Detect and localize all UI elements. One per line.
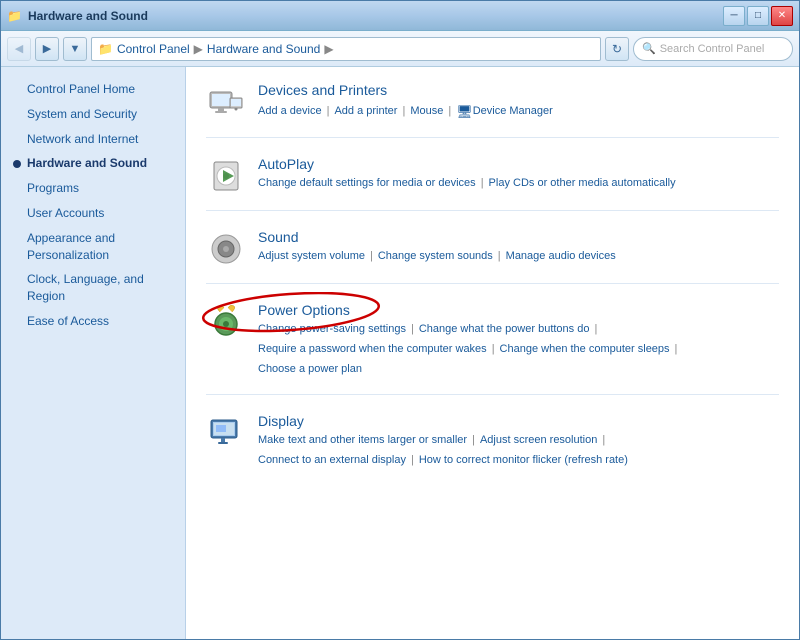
search-box[interactable]: 🔍 Search Control Panel — [633, 37, 793, 61]
content-panel: Devices and Printers Add a device | Add … — [186, 67, 799, 639]
sidebar-item-programs[interactable]: Programs — [1, 176, 185, 201]
link-change-default-settings[interactable]: Change default settings for media or dev… — [258, 174, 476, 194]
autoplay-body: AutoPlay Change default settings for med… — [258, 156, 676, 194]
breadcrumb-hardware[interactable]: Hardware and Sound — [207, 42, 320, 56]
link-power-buttons[interactable]: Change what the power buttons do — [419, 320, 590, 340]
search-icon: 🔍 — [642, 42, 656, 55]
devices-title[interactable]: Devices and Printers — [258, 82, 387, 98]
sidebar-label-appearance: Appearance andPersonalization — [27, 230, 115, 264]
link-play-cds[interactable]: Play CDs or other media automatically — [489, 174, 676, 194]
sidebar-item-user-accounts[interactable]: User Accounts — [1, 201, 185, 226]
autoplay-icon — [206, 156, 246, 196]
sidebar: Control Panel Home System and Security N… — [1, 67, 186, 639]
display-svg — [208, 415, 244, 451]
autoplay-links: Change default settings for media or dev… — [258, 174, 676, 194]
address-bar: ◀ ▶ ▼ 📁 Control Panel ▶ Hardware and Sou… — [1, 31, 799, 67]
title-buttons: ─ □ ✕ — [723, 6, 793, 26]
main-area: Control Panel Home System and Security N… — [1, 67, 799, 639]
sidebar-item-hardware-sound[interactable]: Hardware and Sound — [1, 151, 185, 176]
sidebar-item-appearance[interactable]: Appearance andPersonalization — [1, 226, 185, 268]
close-button[interactable]: ✕ — [771, 6, 793, 26]
device-manager-icon-inline: 🖥 — [456, 100, 473, 123]
power-links-row2: Require a password when the computer wak… — [258, 340, 682, 360]
power-svg — [208, 304, 244, 340]
section-sound: Sound Adjust system volume | Change syst… — [206, 229, 779, 284]
title-bar-left: 📁 Hardware and Sound — [7, 9, 148, 23]
breadcrumb-sep-1: ▶ — [194, 42, 203, 56]
window-title: Hardware and Sound — [28, 9, 148, 23]
main-window: 📁 Hardware and Sound ─ □ ✕ ◀ ▶ ▼ 📁 Contr… — [0, 0, 800, 640]
link-text-larger[interactable]: Make text and other items larger or smal… — [258, 431, 467, 451]
sidebar-item-network-internet[interactable]: Network and Internet — [1, 127, 185, 152]
link-external-display[interactable]: Connect to an external display — [258, 451, 406, 471]
refresh-button[interactable]: ↻ — [605, 37, 629, 61]
devices-icon — [206, 82, 246, 122]
link-device-manager[interactable]: Device Manager — [473, 102, 553, 122]
sidebar-label-ease-of-access: Ease of Access — [27, 313, 109, 330]
link-adjust-volume[interactable]: Adjust system volume — [258, 247, 365, 267]
section-power: Power Options Change power-saving settin… — [206, 302, 779, 394]
address-path[interactable]: 📁 Control Panel ▶ Hardware and Sound ▶ — [91, 37, 601, 61]
power-icon — [206, 302, 246, 342]
link-add-printer[interactable]: Add a printer — [334, 102, 397, 122]
folder-icon: 📁 — [98, 42, 113, 56]
power-body: Power Options Change power-saving settin… — [258, 302, 682, 379]
sound-icon — [206, 229, 246, 269]
display-icon — [206, 413, 246, 453]
display-body: Display Make text and other items larger… — [258, 413, 628, 471]
link-screen-resolution[interactable]: Adjust screen resolution — [480, 431, 597, 451]
search-placeholder: Search Control Panel — [660, 43, 765, 55]
sidebar-label-system-security: System and Security — [27, 106, 137, 123]
active-bullet — [13, 160, 21, 168]
breadcrumb-control-panel[interactable]: Control Panel — [117, 42, 190, 56]
breadcrumb-sep-2: ▶ — [324, 42, 333, 56]
sidebar-item-system-security[interactable]: System and Security — [1, 102, 185, 127]
link-add-device[interactable]: Add a device — [258, 102, 322, 122]
sidebar-label-user-accounts: User Accounts — [27, 205, 104, 222]
power-links-row3: Choose a power plan — [258, 360, 682, 380]
window-icon: 📁 — [7, 9, 22, 23]
link-manage-audio[interactable]: Manage audio devices — [506, 247, 616, 267]
sidebar-label-network-internet: Network and Internet — [27, 131, 138, 148]
sidebar-item-clock-language[interactable]: Clock, Language, and Region — [1, 267, 185, 309]
link-change-system-sounds[interactable]: Change system sounds — [378, 247, 493, 267]
link-computer-sleeps[interactable]: Change when the computer sleeps — [500, 340, 670, 360]
section-autoplay: AutoPlay Change default settings for med… — [206, 156, 779, 211]
display-links-row2: Connect to an external display | How to … — [258, 451, 628, 471]
sound-svg — [208, 231, 244, 267]
back-button[interactable]: ◀ — [7, 37, 31, 61]
link-monitor-flicker[interactable]: How to correct monitor flicker (refresh … — [419, 451, 628, 471]
link-choose-power-plan[interactable]: Choose a power plan — [258, 360, 362, 380]
link-mouse[interactable]: Mouse — [410, 102, 443, 122]
display-title[interactable]: Display — [258, 413, 304, 429]
sidebar-item-ease-of-access[interactable]: Ease of Access — [1, 309, 185, 334]
sidebar-item-control-panel-home[interactable]: Control Panel Home — [1, 77, 185, 102]
devices-links: Add a device | Add a printer | Mouse | 🖥… — [258, 100, 553, 123]
sidebar-label-hardware-sound: Hardware and Sound — [27, 155, 147, 172]
sidebar-label-programs: Programs — [27, 180, 79, 197]
display-links-row1: Make text and other items larger or smal… — [258, 431, 628, 451]
sound-links: Adjust system volume | Change system sou… — [258, 247, 616, 267]
devices-svg — [208, 84, 244, 120]
autoplay-title[interactable]: AutoPlay — [258, 156, 314, 172]
power-title[interactable]: Power Options — [258, 302, 350, 318]
sidebar-label-clock-language: Clock, Language, and Region — [27, 271, 173, 305]
sidebar-label-control-panel-home: Control Panel Home — [27, 81, 135, 98]
link-require-password[interactable]: Require a password when the computer wak… — [258, 340, 487, 360]
forward-button[interactable]: ▶ — [35, 37, 59, 61]
power-links-row1: Change power-saving settings | Change wh… — [258, 320, 682, 340]
section-devices-printers: Devices and Printers Add a device | Add … — [206, 82, 779, 138]
link-change-power-saving[interactable]: Change power-saving settings — [258, 320, 406, 340]
minimize-button[interactable]: ─ — [723, 6, 745, 26]
sound-body: Sound Adjust system volume | Change syst… — [258, 229, 616, 267]
autoplay-svg — [208, 158, 244, 194]
devices-body: Devices and Printers Add a device | Add … — [258, 82, 553, 123]
restore-button[interactable]: □ — [747, 6, 769, 26]
recent-button[interactable]: ▼ — [63, 37, 87, 61]
title-bar: 📁 Hardware and Sound ─ □ ✕ — [1, 1, 799, 31]
sound-title[interactable]: Sound — [258, 229, 298, 245]
section-display: Display Make text and other items larger… — [206, 413, 779, 485]
